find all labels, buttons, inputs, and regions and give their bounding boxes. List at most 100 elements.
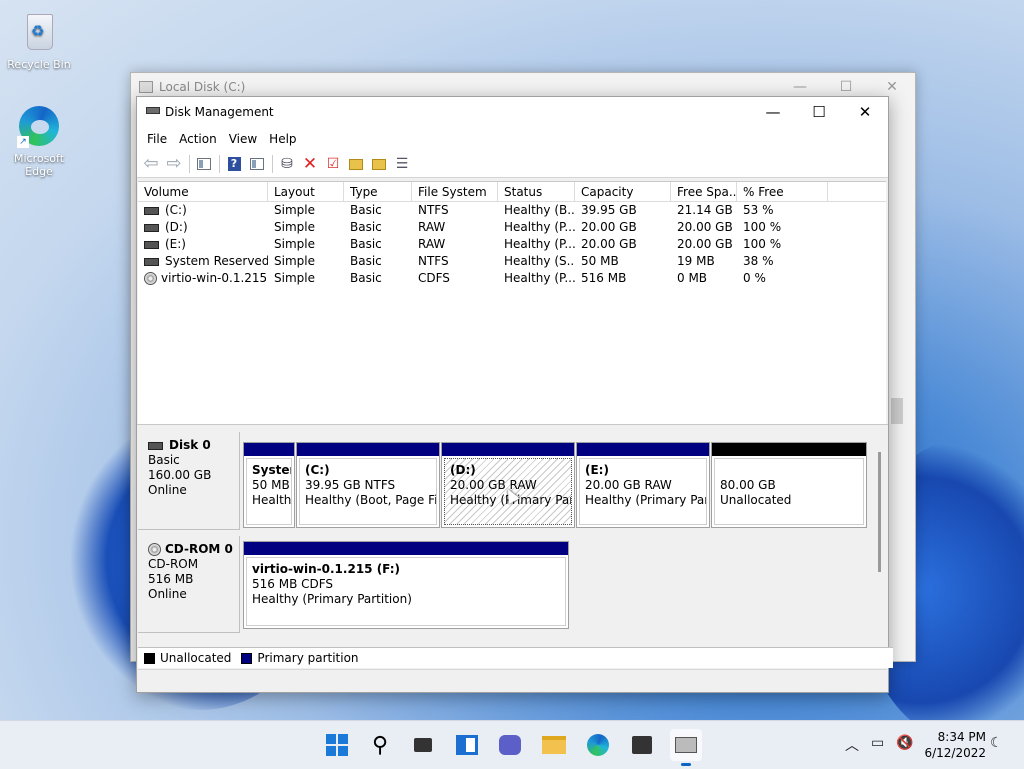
cell-capacity: 20.00 GB <box>575 236 671 253</box>
folder-search-icon[interactable] <box>369 154 389 174</box>
disk-management-app-icon <box>146 105 160 117</box>
cell-text: (D:) <box>165 220 188 234</box>
titlebar: Disk Management — ☐ ✕ <box>137 97 888 127</box>
cell-volume: (D:) <box>138 219 268 236</box>
disk-type: CD-ROM <box>148 557 199 571</box>
edge-icon[interactable] <box>582 729 614 761</box>
column-percent-free[interactable]: % Free <box>737 182 828 201</box>
folder-up-icon[interactable] <box>346 154 366 174</box>
disk-name: Disk 0 <box>169 438 211 452</box>
partition-unallocated[interactable]: 80.00 GB Unallocated <box>711 442 867 528</box>
cell-pct: 38 % <box>737 253 828 270</box>
cell-status: Healthy (P... <box>498 270 575 287</box>
cell-text: Healthy (B... <box>504 203 575 217</box>
partition-c[interactable]: (C:)39.95 GB NTFSHealthy (Boot, Page Fil… <box>296 442 440 528</box>
column-free-space[interactable]: Free Spa... <box>671 182 737 201</box>
cell-type: Basic <box>344 202 412 219</box>
table-row[interactable]: (E:) Simple Basic RAW Healthy (P... 20.00 GB 2… <box>138 236 886 253</box>
close-button[interactable]: ✕ <box>842 97 888 127</box>
column-status[interactable]: Status <box>498 182 575 201</box>
table-row[interactable]: System Reserved Simple Basic NTFS Healthy (S… <box>138 253 886 270</box>
chat-icon[interactable] <box>494 729 526 761</box>
volume-muted-icon[interactable]: 🔇 <box>896 735 913 751</box>
network-icon[interactable]: ▭ <box>871 735 884 751</box>
cell-pct: 0 % <box>737 270 828 287</box>
cell-fs: NTFS <box>412 202 498 219</box>
legend-label-unallocated: Unallocated <box>160 651 232 665</box>
menu-file[interactable]: File <box>141 129 173 149</box>
task-view-icon[interactable] <box>407 729 439 761</box>
desktop-icon-recycle-bin[interactable]: ♻ Recycle Bin <box>1 10 77 71</box>
column-file-system[interactable]: File System <box>412 182 498 201</box>
cell-type: Basic <box>344 236 412 253</box>
toolbar: ⇦ ⇨ ? ⛁ ✕ ☑ ☰ <box>137 151 888 178</box>
menu-help[interactable]: Help <box>263 129 302 149</box>
bg-scrollbar-thumb[interactable] <box>891 398 903 424</box>
table-row[interactable]: virtio-win-0.1.215 ... Simple Basic CDFS Hea… <box>138 270 886 287</box>
cell-text: NTFS <box>418 203 449 217</box>
start-button[interactable] <box>321 729 353 761</box>
menu-action[interactable]: Action <box>173 129 223 149</box>
table-row[interactable]: (C:) Simple Basic NTFS Healthy (B... 39.95 GB… <box>138 202 886 219</box>
cell-capacity: 50 MB <box>575 253 671 270</box>
maximize-button[interactable]: ☐ <box>796 97 842 127</box>
cell-text: Basic <box>350 271 382 285</box>
cell-type: Basic <box>344 253 412 270</box>
clock[interactable]: 8:34 PM 6/12/2022 <box>924 729 986 761</box>
legend: Unallocated Primary partition <box>138 647 893 668</box>
list-icon[interactable]: ☰ <box>392 154 412 174</box>
file-explorer-icon[interactable] <box>538 729 570 761</box>
show-hide-console-tree-icon[interactable] <box>194 154 214 174</box>
cd-drive-icon <box>148 543 161 556</box>
column-capacity[interactable]: Capacity <box>575 182 671 201</box>
cdrom-0-label[interactable]: CD-ROM 0 CD-ROM 516 MB Online <box>138 536 240 633</box>
minimize-button[interactable]: — <box>750 97 796 127</box>
status-bar <box>138 669 887 692</box>
column-volume[interactable]: Volume <box>138 182 268 201</box>
search-icon[interactable]: ⚲ <box>364 729 396 761</box>
disk-icon <box>144 257 159 266</box>
desktop-icon-edge[interactable]: ↗ Microsoft Edge <box>1 104 77 178</box>
back-arrow-icon[interactable]: ⇦ <box>141 154 161 174</box>
window-title: Disk Management <box>165 105 274 119</box>
cell-capacity: 20.00 GB <box>575 219 671 236</box>
partition-e[interactable]: (E:)20.00 GB RAWHealthy (Primary Partit <box>576 442 710 528</box>
column-layout[interactable]: Layout <box>268 182 344 201</box>
menu-view[interactable]: View <box>223 129 263 149</box>
cell-text: 20.00 GB <box>581 237 637 251</box>
checkmark-icon[interactable]: ☑ <box>323 154 343 174</box>
partition-size: 516 MB CDFS <box>252 577 334 591</box>
notification-icon[interactable]: ☾ <box>990 735 1003 751</box>
widgets-icon[interactable] <box>451 729 483 761</box>
partition-size: 20.00 GB RAW <box>585 478 672 492</box>
connect-drive-icon[interactable]: ⛁ <box>277 154 297 174</box>
column-type[interactable]: Type <box>344 182 412 201</box>
disk-type: Basic <box>148 453 180 467</box>
disk-name: CD-ROM 0 <box>165 542 233 556</box>
partition-d[interactable]: (D:)20.00 GB RAWHealthy (Primary Partit <box>441 442 575 528</box>
partition-status: Healthy <box>252 493 292 507</box>
cell-type: Basic <box>344 219 412 236</box>
cell-text: Basic <box>350 237 382 251</box>
cell-volume: (C:) <box>138 202 268 219</box>
graphical-view-scrollbar[interactable] <box>873 432 887 633</box>
cell-fs: CDFS <box>412 270 498 287</box>
partition-f-cdrom[interactable]: virtio-win-0.1.215 (F:) 516 MB CDFS Health… <box>243 541 569 629</box>
cell-pct: 100 % <box>737 236 828 253</box>
table-row[interactable]: (D:) Simple Basic RAW Healthy (P... 20.00 GB 2… <box>138 219 886 236</box>
drive-icon <box>139 81 153 93</box>
delete-icon[interactable]: ✕ <box>300 154 320 174</box>
recycle-bin-icon: ♻ <box>17 10 61 54</box>
store-icon[interactable] <box>626 729 658 761</box>
cell-status: Healthy (P... <box>498 236 575 253</box>
properties-icon[interactable] <box>247 154 267 174</box>
chevron-up-icon[interactable]: ︿ <box>845 735 859 755</box>
cell-text: Simple <box>274 254 315 268</box>
partition-system-reserved[interactable]: System50 MBHealthy <box>243 442 295 528</box>
disk-management-icon[interactable] <box>670 729 702 766</box>
disk-0-label[interactable]: Disk 0 Basic 160.00 GB Online <box>138 432 240 530</box>
cell-text: RAW <box>418 220 446 234</box>
help-icon[interactable]: ? <box>224 154 244 174</box>
scrollbar-thumb[interactable] <box>878 452 881 572</box>
forward-arrow-icon[interactable]: ⇨ <box>164 154 184 174</box>
